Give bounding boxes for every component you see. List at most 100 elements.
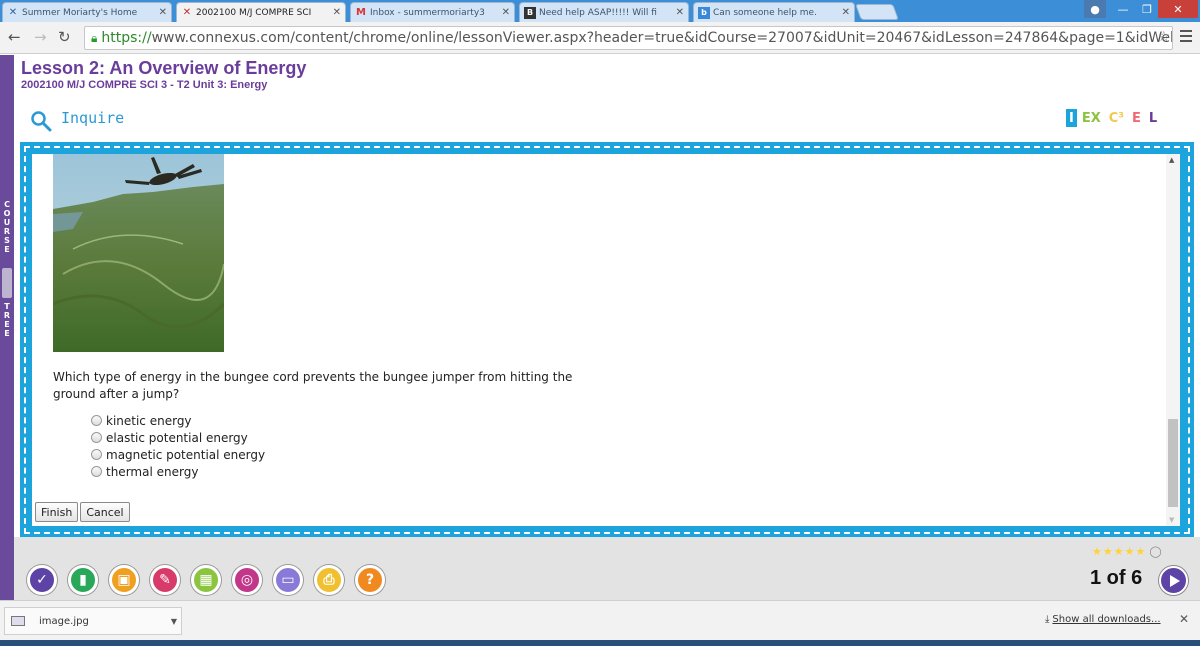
tool-icons: ✓ ▮ ▣ ✎ ▦ ◎ ▭ ⎙ ?	[27, 565, 385, 595]
address-bar[interactable]: 🔒︎ https:// www.connexus.com/content/chr…	[84, 26, 1173, 50]
rating-stars[interactable]: ★★★★★ ◯	[1092, 545, 1163, 558]
close-tab-icon[interactable]: ✕	[842, 7, 850, 18]
badge-c3[interactable]: C³	[1105, 109, 1127, 127]
gmail-icon: M	[356, 7, 366, 18]
chevron-down-icon[interactable]: ▼	[171, 617, 177, 626]
lesson-subtitle: 2002100 M/J COMPRE SCI 3 - T2 Unit 3: En…	[21, 79, 268, 91]
close-window-button[interactable]: ✕	[1158, 0, 1198, 18]
show-all-label: Show all downloads...	[1052, 614, 1161, 625]
restore-button[interactable]: ❐	[1136, 0, 1158, 18]
brainly-icon: B	[524, 6, 536, 19]
badge-inquire[interactable]: I	[1066, 109, 1077, 127]
tab-brainly-1[interactable]: B Need help ASAP!!!!! Will fi ✕	[519, 2, 689, 22]
tab-gmail[interactable]: M Inbox - summermoriarty3 ✕	[350, 2, 515, 22]
badge-e[interactable]: E	[1128, 109, 1144, 127]
back-icon[interactable]: ←	[8, 28, 21, 46]
show-all-downloads-link[interactable]: ⤓ Show all downloads...	[1045, 614, 1161, 625]
downloads-shelf: image.jpg ▼ ⤓ Show all downloads... ✕	[0, 600, 1200, 640]
book-icon[interactable]: ▮	[68, 565, 98, 595]
tab-brainly-2[interactable]: b Can someone help me. ✕	[693, 2, 855, 22]
connexus-icon: ✕	[182, 7, 192, 18]
page-counter: 1 of 6	[1090, 567, 1143, 589]
close-tab-icon[interactable]: ✕	[333, 7, 341, 18]
radio-button[interactable]	[91, 466, 102, 477]
notebook-icon[interactable]: ▣	[109, 565, 139, 595]
question-panel: Which type of energy in the bungee cord …	[32, 154, 1166, 526]
lesson-page: C O U R S E T R E E Lesson 2: An Overvie…	[0, 55, 1200, 600]
scroll-up-icon[interactable]: ▲	[1169, 156, 1174, 164]
option-kinetic-energy[interactable]: kinetic energy	[91, 412, 265, 429]
quiz-buttons: Finish Cancel	[35, 502, 130, 522]
browser-tab-strip: ✕ Summer Moriarty's Home ✕ ✕ 2002100 M/J…	[0, 0, 1200, 22]
close-shelf-icon[interactable]: ✕	[1179, 612, 1189, 626]
download-filename: image.jpg	[39, 615, 89, 627]
option-magnetic-potential-energy[interactable]: magnetic potential energy	[91, 446, 265, 463]
magnifier-icon	[31, 111, 52, 132]
radio-button[interactable]	[91, 449, 102, 460]
check-icon[interactable]: ✓	[27, 565, 57, 595]
cancel-button[interactable]: Cancel	[80, 502, 130, 522]
help-icon[interactable]: ?	[355, 565, 385, 595]
question-text: Which type of energy in the bungee cord …	[53, 370, 573, 401]
os-taskbar	[0, 640, 1200, 646]
comment-icon[interactable]: ◯	[1149, 545, 1162, 558]
scroll-down-icon[interactable]: ▼	[1169, 516, 1174, 524]
forward-icon[interactable]: →	[34, 28, 47, 46]
next-page-button[interactable]	[1159, 566, 1188, 595]
target-icon[interactable]: ◎	[232, 565, 262, 595]
answer-options: kinetic energy elastic potential energy …	[91, 412, 265, 480]
close-tab-icon[interactable]: ✕	[502, 7, 510, 18]
tab-home[interactable]: ✕ Summer Moriarty's Home ✕	[2, 2, 172, 22]
lesson-toolbar: ✓ ▮ ▣ ✎ ▦ ◎ ▭ ⎙ ? ★★★★★ ◯ 1 of 6	[14, 537, 1200, 600]
connexus-icon: ✕	[8, 7, 18, 18]
lock-icon: 🔒︎	[91, 30, 98, 45]
tab-label: Can someone help me.	[713, 7, 817, 18]
url-text: www.connexus.com/content/chrome/online/l…	[151, 30, 1173, 46]
option-elastic-potential-energy[interactable]: elastic potential energy	[91, 429, 265, 446]
course-tree-label: C O U R S E	[3, 200, 11, 254]
lesson-frame: Which type of energy in the bungee cord …	[20, 142, 1194, 538]
course-tree-tab[interactable]: C O U R S E T R E E	[0, 55, 14, 600]
badge-l[interactable]: L	[1145, 109, 1161, 127]
tab-course[interactable]: ✕ 2002100 M/J COMPRE SCI ✕	[176, 2, 346, 22]
play-arrow-icon	[1169, 574, 1180, 587]
option-label: elastic potential energy	[106, 430, 248, 445]
option-thermal-energy[interactable]: thermal energy	[91, 463, 265, 480]
brainly-icon: b	[698, 6, 710, 19]
new-tab-button[interactable]	[855, 4, 899, 20]
download-icon: ⤓	[1045, 614, 1050, 625]
finish-button[interactable]: Finish	[35, 502, 79, 522]
download-item[interactable]: image.jpg ▼	[4, 607, 182, 635]
minimize-button[interactable]: —	[1110, 0, 1136, 18]
reload-icon[interactable]: ↻	[58, 28, 71, 46]
close-tab-icon[interactable]: ✕	[676, 7, 684, 18]
content-scrollbar[interactable]: ▲ ▼	[1166, 154, 1180, 526]
course-tree-handle[interactable]	[2, 268, 12, 298]
pin-icon[interactable]: ✎	[150, 565, 180, 595]
profile-icon[interactable]: ●	[1084, 0, 1106, 18]
radio-button[interactable]	[91, 432, 102, 443]
image-file-icon	[11, 616, 25, 626]
close-tab-icon[interactable]: ✕	[159, 7, 167, 18]
section-title: Inquire	[61, 109, 125, 127]
scrollbar-thumb[interactable]	[1168, 419, 1178, 507]
option-label: thermal energy	[106, 464, 199, 479]
bungee-jumper-image	[53, 154, 224, 352]
tab-label: Need help ASAP!!!!! Will fi	[539, 7, 657, 18]
lesson-phase-badges: I EX C³ E L	[1066, 109, 1161, 127]
option-label: magnetic potential energy	[106, 447, 266, 462]
bookmark-star-icon[interactable]: ☆	[1157, 29, 1170, 45]
browser-toolbar: ← → ↻ 🔒︎ https:// www.connexus.com/conte…	[0, 22, 1200, 54]
calculator-icon[interactable]: ▦	[191, 565, 221, 595]
printer-icon[interactable]: ⎙	[314, 565, 344, 595]
badge-explore[interactable]: EX	[1078, 109, 1104, 127]
menu-icon[interactable]	[1180, 30, 1192, 45]
option-label: kinetic energy	[106, 413, 192, 428]
url-scheme: https://	[101, 30, 152, 46]
lesson-title: Lesson 2: An Overview of Energy	[21, 58, 307, 78]
radio-button[interactable]	[91, 415, 102, 426]
course-tree-label-2: T R E E	[3, 302, 11, 338]
chat-icon[interactable]: ▭	[273, 565, 303, 595]
tab-label: 2002100 M/J COMPRE SCI	[196, 7, 312, 18]
tab-label: Inbox - summermoriarty3	[370, 7, 485, 18]
